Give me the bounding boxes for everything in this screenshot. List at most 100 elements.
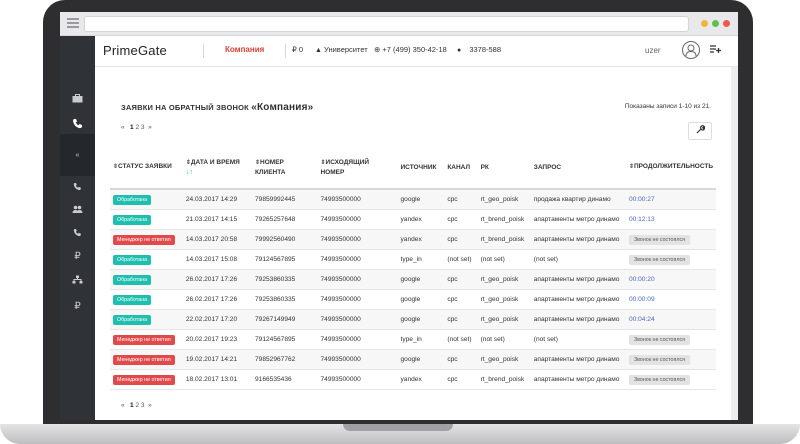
close-dot-icon[interactable]	[723, 20, 730, 27]
ruble-icon[interactable]: ₽	[69, 248, 86, 265]
top-navbar: PrimeGate Компания ₽ 0 ▲ Университет ⊕ +…	[95, 36, 738, 67]
cell-status: Обработана	[110, 189, 183, 210]
cell-status: Обработана	[110, 269, 183, 290]
minimize-dot-icon[interactable]	[701, 20, 708, 27]
pager-prev[interactable]: «	[121, 124, 125, 131]
duration-link[interactable]: 00:00:20	[629, 276, 655, 283]
table-row[interactable]: Менеджер не ответил 18.02.2017 13:01 91665…	[110, 369, 716, 390]
balance-link[interactable]: ₽ 0	[292, 45, 303, 54]
cell-outgoing-number: 74993500000	[317, 229, 398, 250]
table-row[interactable]: Обработана 26.02.2017 17:26 79253860335 749…	[110, 269, 716, 290]
pager-next[interactable]: »	[148, 402, 152, 409]
status-badge[interactable]: Обработана	[113, 214, 152, 225]
cell-source: yandex	[397, 229, 445, 250]
cell-client-number: 79992560490	[252, 229, 318, 250]
callback-icon[interactable]	[69, 180, 86, 197]
callbacks-table: ⇕СТАТУС ЗАЯВКИ ⇕ДАТА И ВРЕМЯ ↓↑ ⇕НОМЕР КЛ…	[110, 146, 716, 390]
table-row[interactable]: Обработана 14.03.2017 15:08 79124567895 749…	[110, 249, 716, 270]
screen: « ₽ ₽ PrimeGate Компания ₽ 0 ▲ Университ…	[60, 12, 738, 420]
collapse-icon[interactable]: «	[69, 147, 86, 164]
status-badge[interactable]: Обработана	[113, 274, 152, 285]
brand-logo[interactable]: PrimeGate	[103, 43, 167, 58]
no-call-badge: Звонок не состоялся	[628, 254, 690, 265]
pager-page[interactable]: 2	[135, 402, 139, 409]
duration-link[interactable]: 00:12:13	[629, 216, 655, 223]
cell-query: апартаменты метро динамо	[530, 309, 626, 330]
browser-bar	[60, 12, 738, 36]
duration-link[interactable]: 00:00:09	[629, 296, 655, 303]
col-client-number[interactable]: ⇕НОМЕР КЛИЕНТА	[252, 146, 318, 190]
cell-datetime: 14.03.2017 15:08	[182, 249, 252, 270]
ruble-icon[interactable]: ₽	[69, 298, 86, 315]
table-row[interactable]: Менеджер не ответил 14.03.2017 20:58 79992…	[110, 229, 716, 250]
duration-link[interactable]: 00:04:24	[629, 316, 655, 323]
table-row[interactable]: Менеджер не ответил 20.02.2017 19:23 79124…	[110, 329, 716, 350]
col-duration[interactable]: ⇕ПРОДОЛЖИТЕЛЬНОСТЬ	[625, 146, 716, 190]
account-link[interactable]: ● 3378-588	[457, 45, 501, 54]
briefcase-icon[interactable]	[69, 92, 86, 109]
cell-source: yandex	[397, 369, 445, 390]
cell-query: апартаменты метро динамо	[530, 289, 626, 310]
pager-page[interactable]: 1	[130, 124, 134, 131]
table-row[interactable]: Обработана 21.03.2017 14:15 79265257648 749…	[110, 209, 716, 230]
cell-rk: rt_geo_poisk	[477, 269, 531, 290]
pager-prev[interactable]: «	[121, 402, 125, 409]
cell-status: Менеджер не ответил	[110, 349, 183, 370]
duration-link[interactable]: 00:00:27	[629, 196, 655, 203]
col-status[interactable]: ⇕СТАТУС ЗАЯВКИ	[110, 146, 183, 190]
scrollbar[interactable]	[731, 67, 738, 420]
table-row[interactable]: Менеджер не ответил 19.02.2017 14:21 79852…	[110, 349, 716, 370]
cell-outgoing-number: 74993500000	[317, 189, 398, 210]
col-outgoing-number[interactable]: ⇕ИСХОДЯЩИЙ НОМЕР	[317, 146, 398, 190]
cell-client-number: 79124567895	[252, 329, 318, 350]
status-badge[interactable]: Обработана	[113, 314, 152, 325]
status-badge[interactable]: Менеджер не ответил	[113, 374, 175, 385]
status-badge[interactable]: Обработана	[113, 194, 152, 205]
cell-rk: rt_brend_poisk	[477, 209, 531, 230]
cell-source: google	[397, 189, 445, 210]
cell-status: Обработана	[110, 209, 183, 230]
cell-source: google	[397, 309, 445, 330]
cell-source: google	[397, 289, 445, 310]
cell-datetime: 19.02.2017 14:21	[182, 349, 252, 370]
cell-client-number: 79267149949	[252, 309, 318, 330]
status-badge[interactable]: Обработана	[113, 254, 152, 265]
settings-wrench-button[interactable]	[688, 122, 712, 140]
maximize-dot-icon[interactable]	[712, 20, 719, 27]
table-row[interactable]: Обработана 24.03.2017 14:29 79859992445 749…	[110, 189, 716, 210]
status-badge[interactable]: Обработана	[113, 294, 152, 305]
users-icon[interactable]	[69, 203, 86, 220]
cell-datetime: 21.03.2017 14:15	[182, 209, 252, 230]
cell-query: продажа квартир динамо	[530, 189, 626, 210]
cell-query: апартаменты метро динамо	[530, 209, 626, 230]
pager-page[interactable]: 2	[135, 124, 139, 131]
cell-datetime: 22.02.2017 17:20	[182, 309, 252, 330]
phone-link[interactable]: ⊕ +7 (499) 350-42-18	[374, 45, 447, 54]
status-badge[interactable]: Менеджер не ответил	[113, 234, 175, 245]
cell-outgoing-number: 74993500000	[317, 249, 398, 270]
university-label: Университет	[324, 45, 368, 54]
cell-datetime: 20.02.2017 19:23	[182, 329, 252, 350]
call-icon[interactable]	[69, 226, 86, 243]
pager-next[interactable]: »	[148, 124, 152, 131]
status-badge[interactable]: Менеджер не ответил	[113, 354, 175, 365]
pager-page[interactable]: 1	[130, 402, 134, 409]
university-link[interactable]: ▲ Университет	[315, 45, 368, 54]
sitemap-icon[interactable]	[69, 273, 86, 290]
avatar[interactable]	[682, 41, 700, 59]
cell-channel: cpc	[444, 369, 478, 390]
pager-page[interactable]: 3	[141, 402, 145, 409]
cell-source: yandex	[397, 209, 445, 230]
status-badge[interactable]: Менеджер не ответил	[113, 334, 175, 345]
user-name[interactable]: uzer	[645, 46, 661, 55]
address-bar[interactable]	[84, 16, 689, 32]
table-row[interactable]: Обработана 26.02.2017 17:26 79253860335 749…	[110, 289, 716, 310]
phone-icon[interactable]	[69, 118, 86, 135]
col-datetime[interactable]: ⇕ДАТА И ВРЕМЯ ↓↑	[182, 146, 252, 190]
browser-menu-icon[interactable]	[67, 18, 79, 28]
table-row[interactable]: Обработана 22.02.2017 17:20 79267149949 749…	[110, 309, 716, 330]
pager-page[interactable]: 3	[141, 124, 145, 131]
col-channel: КАНАЛ	[444, 146, 478, 190]
company-link[interactable]: Компания	[225, 45, 264, 54]
add-user-icon[interactable]	[709, 44, 721, 57]
